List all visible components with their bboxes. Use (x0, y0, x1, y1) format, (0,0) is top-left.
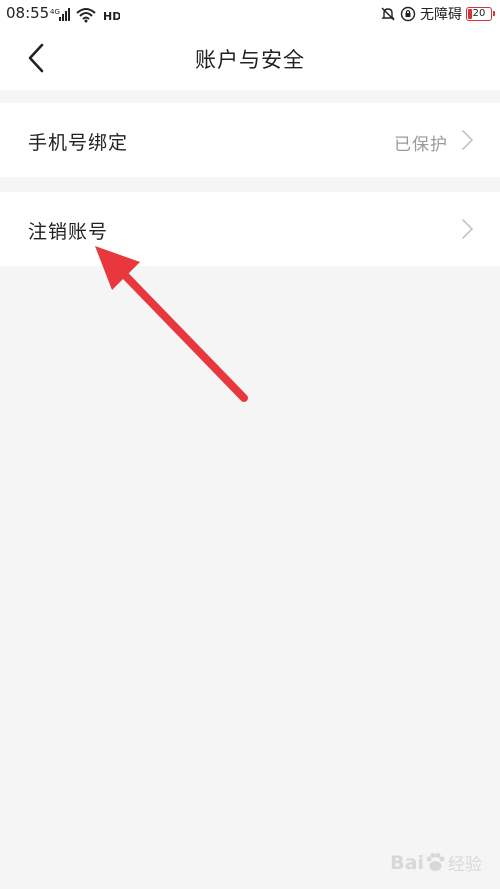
wifi-icon (76, 7, 96, 22)
settings-row-delete-account[interactable]: 注销账号 (0, 192, 500, 266)
watermark-suffix-text: 经验 (448, 855, 482, 875)
nav-bar: 账户与安全 (0, 28, 500, 90)
watermark: Bai 经验 (390, 850, 482, 876)
status-left-icons: 4G HD (50, 4, 122, 23)
row-label: 手机号绑定 (28, 132, 129, 154)
chevron-right-icon (462, 219, 473, 239)
status-bar: 08:55 4G HD 无障碍 20 (0, 0, 500, 28)
page-title: 账户与安全 (195, 48, 305, 72)
paw-logo-icon (426, 852, 445, 871)
hd-icon: HD (103, 10, 121, 23)
watermark-logo-text: Bai (390, 851, 424, 874)
svg-text:HD: HD (103, 10, 120, 23)
status-time: 08:55 (6, 4, 50, 22)
battery-level: 20 (472, 8, 486, 19)
chevron-right-icon (462, 130, 473, 150)
status-right-icons: 无障碍 20 (380, 4, 495, 24)
row-status-value: 已保护 (394, 135, 448, 155)
lock-rotation-icon (400, 6, 416, 22)
signal-icon: 4G (50, 7, 70, 21)
settings-row-phone-binding[interactable]: 手机号绑定 已保护 (0, 103, 500, 177)
battery-fill (468, 9, 472, 19)
row-label: 注销账号 (28, 221, 109, 243)
svg-text:4G: 4G (50, 8, 60, 16)
mute-bell-icon (381, 7, 395, 21)
arrow-shaft (112, 262, 248, 402)
accessibility-label: 无障碍 (420, 7, 462, 23)
battery-icon: 20 (466, 7, 495, 21)
